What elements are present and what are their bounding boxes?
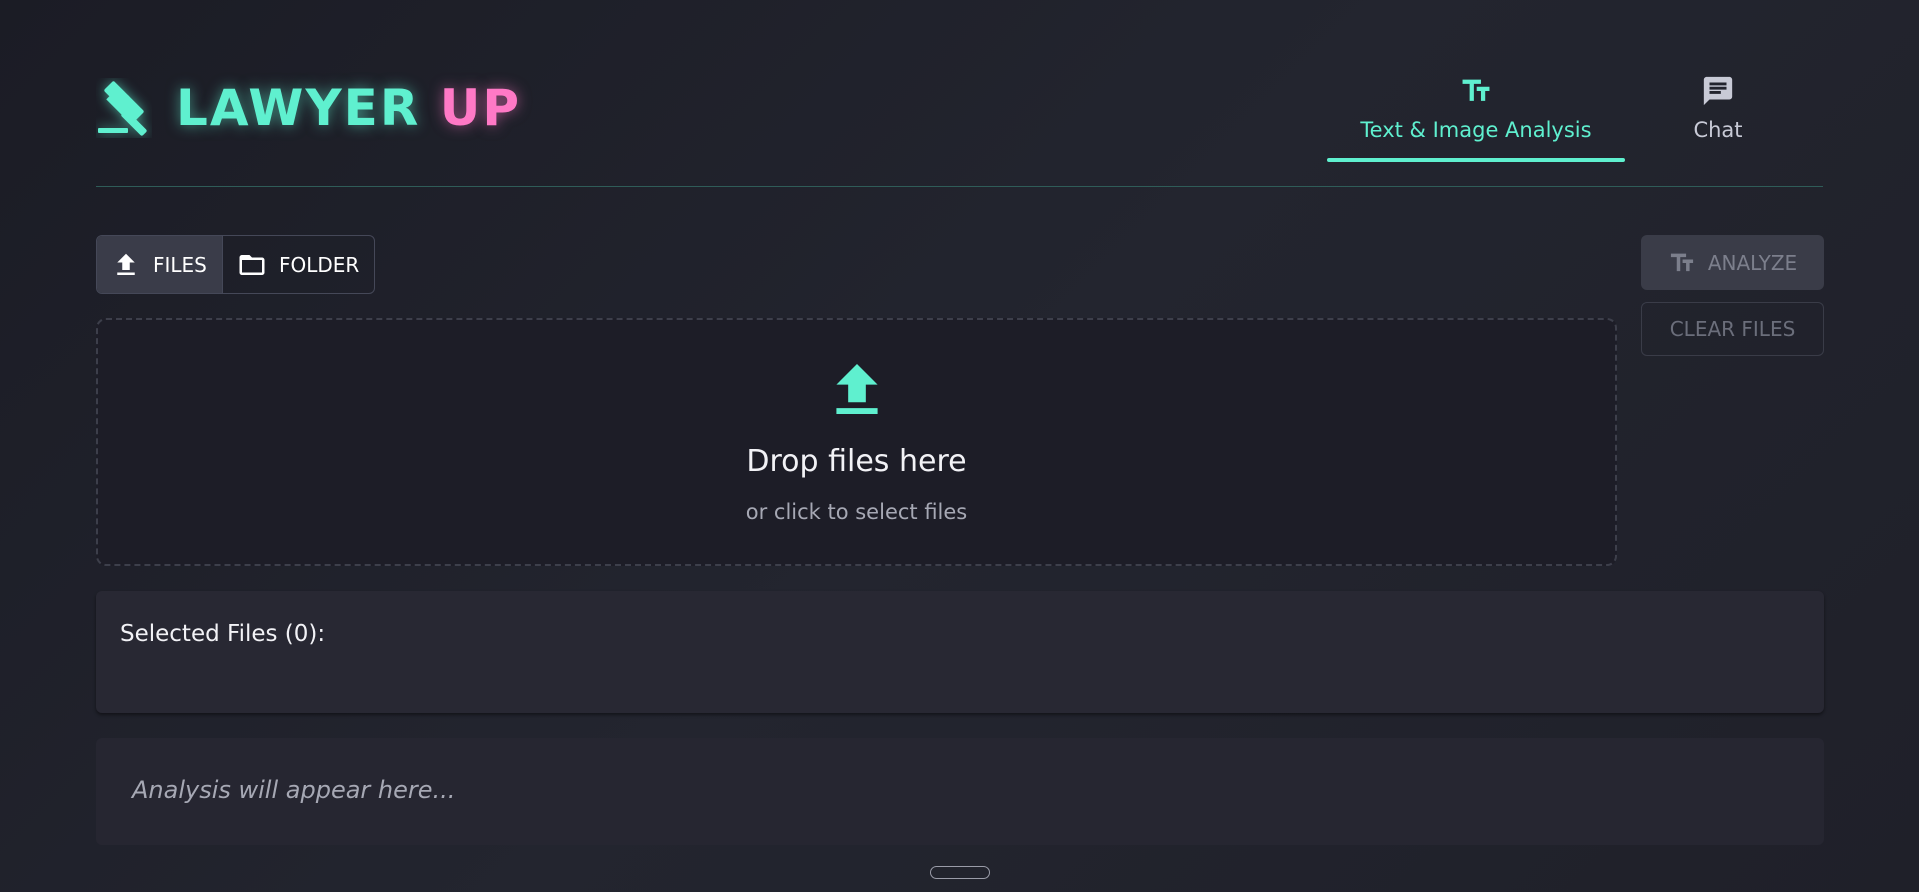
- brand-title-part2: UP: [439, 79, 521, 137]
- logo: LAWYER UP: [96, 78, 521, 138]
- text-format-icon: [1462, 79, 1490, 101]
- tab-label: Chat: [1693, 118, 1743, 142]
- text-format-icon: [1670, 253, 1693, 271]
- selected-files-title: Selected Files (0):: [120, 621, 326, 647]
- clear-files-button[interactable]: CLEAR FILES: [1641, 302, 1824, 356]
- dropzone-subtitle: or click to select files: [745, 500, 968, 524]
- analyze-button[interactable]: ANALYZE: [1641, 235, 1824, 290]
- upload-icon: [835, 364, 878, 414]
- file-dropzone[interactable]: Drop files here or click to select files: [96, 318, 1617, 566]
- resize-handle[interactable]: [930, 866, 990, 879]
- upload-mode-buttons: FILES FOLDER: [96, 235, 375, 294]
- tab-label: Text & Image Analysis: [1360, 118, 1592, 142]
- clear-files-button-label: CLEAR FILES: [1669, 317, 1796, 341]
- app-root: LAWYER UP Text & Image Analysis Chat FIL…: [0, 0, 1919, 892]
- tab-text-image-analysis[interactable]: Text & Image Analysis: [1327, 66, 1625, 162]
- chat-icon: [1703, 76, 1733, 106]
- analysis-output-panel: Analysis will appear here...: [96, 738, 1824, 845]
- app-header: LAWYER UP Text & Image Analysis Chat: [96, 0, 1823, 187]
- selected-files-panel: Selected Files (0):: [96, 591, 1824, 713]
- tab-chat[interactable]: Chat: [1645, 66, 1791, 162]
- files-button[interactable]: FILES: [97, 236, 223, 293]
- main-tabs: Text & Image Analysis Chat: [1327, 66, 1823, 162]
- upload-icon: [117, 253, 135, 275]
- brand-title-part1: LAWYER: [176, 79, 421, 137]
- brand-title: LAWYER UP: [176, 78, 521, 138]
- folder-icon: [239, 254, 265, 275]
- gavel-icon: [98, 81, 147, 136]
- dropzone-title: Drop files here: [746, 444, 967, 479]
- folder-button-label: FOLDER: [279, 252, 360, 277]
- files-button-label: FILES: [153, 252, 207, 277]
- analysis-placeholder: Analysis will appear here...: [132, 776, 456, 804]
- folder-button[interactable]: FOLDER: [223, 236, 374, 293]
- analyze-button-label: ANALYZE: [1707, 250, 1798, 275]
